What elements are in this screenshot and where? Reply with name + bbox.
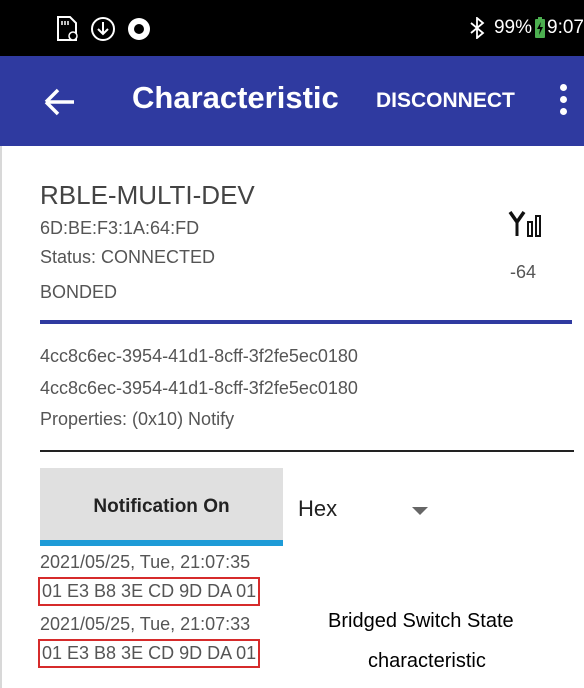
page-title: Characteristic (132, 80, 339, 115)
notification-toggle-button[interactable]: Notification On (40, 468, 283, 546)
section-divider (40, 320, 572, 324)
signal-strength-icon (508, 210, 541, 237)
record-icon (128, 18, 150, 40)
bond-state: BONDED (40, 282, 118, 302)
battery-icon (535, 17, 546, 38)
notification-active-indicator (40, 540, 283, 546)
log-value: 01 E3 B8 3E CD 9D DA 01 (38, 639, 261, 668)
log-timestamp: 2021/05/25, Tue, 21:07:35 (40, 552, 251, 572)
status-bar: 99% 9:07 (0, 0, 584, 56)
format-select[interactable]: Hex (298, 496, 337, 522)
device-mac: 6D:BE:F3:1A:64:FD (40, 218, 200, 238)
status-time: 9:07 (547, 17, 584, 38)
battery-percent: 99% (493, 17, 533, 38)
disconnect-button[interactable]: DISCONNECT (376, 89, 515, 113)
annotation-line: Bridged Switch State (328, 610, 514, 632)
left-edge-divider (0, 146, 2, 688)
status-right: 99% 9:07 (466, 16, 584, 40)
app-bar: Characteristic DISCONNECT (0, 56, 584, 146)
connection-status: Status: CONNECTED (40, 247, 216, 267)
device-name: RBLE-MULTI-DEV (40, 180, 255, 210)
rssi-value: -64 (510, 262, 537, 282)
chevron-down-icon[interactable] (412, 507, 428, 515)
sd-card-icon (57, 16, 78, 41)
back-arrow-icon[interactable] (40, 82, 80, 122)
log-timestamp: 2021/05/25, Tue, 21:07:33 (40, 614, 251, 634)
service-uuid: 4cc8c6ec-3954-41d1-8cff-3f2fe5ec0180 (40, 346, 358, 366)
download-icon (91, 17, 115, 41)
characteristic-uuid: 4cc8c6ec-3954-41d1-8cff-3f2fe5ec0180 (40, 378, 358, 398)
characteristic-properties: Properties: (0x10) Notify (40, 409, 235, 429)
bluetooth-icon (470, 17, 485, 39)
annotation-line: characteristic (368, 650, 486, 672)
section-divider (40, 450, 574, 452)
log-value: 01 E3 B8 3E CD 9D DA 01 (38, 577, 261, 606)
overflow-menu-icon[interactable] (556, 84, 570, 124)
